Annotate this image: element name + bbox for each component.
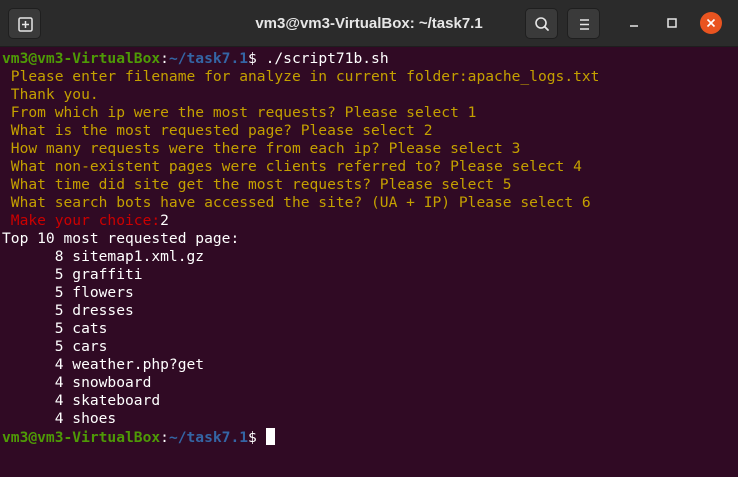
result-row: 5 cars <box>2 338 108 355</box>
title-bar: vm3@vm3-VirtualBox: ~/task7.1 <box>0 0 738 47</box>
prompt-path: ~/task7.1 <box>168 50 249 67</box>
prompt-user-host: vm3@vm3-VirtualBox <box>2 50 161 67</box>
choice-line: Make your choice:2 <box>0 212 738 230</box>
result-row: 4 weather.php?get <box>2 356 205 373</box>
terminal-window: vm3@vm3-VirtualBox: ~/task7.1 vm3@vm3-Vi… <box>0 0 738 477</box>
close-button[interactable] <box>699 11 723 35</box>
filename-line: Please enter filename for analyze in cur… <box>0 68 738 86</box>
menu-option-5: What time did site get the most requests… <box>2 176 512 193</box>
menu-option-6: What search bots have accessed the site?… <box>2 194 591 211</box>
maximize-button[interactable] <box>660 11 684 35</box>
search-icon <box>535 17 549 31</box>
terminal-output[interactable]: vm3@vm3-VirtualBox:~/task7.1$ ./script71… <box>0 47 738 477</box>
result-row: 4 shoes <box>2 410 117 427</box>
hamburger-menu-icon <box>580 19 589 30</box>
prompt-path: ~/task7.1 <box>168 429 249 446</box>
prompt-user-host: vm3@vm3-VirtualBox <box>2 429 161 446</box>
minimize-icon <box>630 25 638 27</box>
result-header: Top 10 most requested page: <box>2 230 240 247</box>
result-row: 4 skateboard <box>2 392 161 409</box>
thanks-line: Thank you. <box>2 86 99 103</box>
search-button[interactable] <box>525 8 558 39</box>
text-cursor[interactable] <box>265 428 275 445</box>
menu-button[interactable] <box>567 8 600 39</box>
result-row: 4 snowboard <box>2 374 152 391</box>
result-row: 5 cats <box>2 320 108 337</box>
menu-option-4: What non-existent pages were clients ref… <box>2 158 582 175</box>
choice-value: 2 <box>160 212 169 229</box>
final-prompt-line: vm3@vm3-VirtualBox:~/task7.1$ <box>0 428 738 446</box>
result-row: 5 dresses <box>2 302 134 319</box>
choice-prompt: Make your choice: <box>2 212 161 229</box>
maximize-icon <box>667 18 677 28</box>
minimize-button[interactable] <box>622 11 646 35</box>
command-line: vm3@vm3-VirtualBox:~/task7.1$ ./script71… <box>0 50 738 68</box>
menu-option-1: From which ip were the most requests? Pl… <box>2 104 477 121</box>
new-tab-icon <box>18 17 33 32</box>
menu-option-2: What is the most requested page? Please … <box>2 122 433 139</box>
command-text: ./script71b.sh <box>265 50 389 67</box>
new-tab-button[interactable] <box>8 8 41 39</box>
close-icon <box>700 12 722 34</box>
result-row: 8 sitemap1.xml.gz <box>2 248 205 265</box>
prompt-symbol: $ <box>248 429 266 446</box>
menu-option-3: How many requests were there from each i… <box>2 140 521 157</box>
result-row: 5 graffiti <box>2 266 143 283</box>
filename-prompt: Please enter filename for analyze in cur… <box>2 68 468 85</box>
prompt-separator: : <box>160 50 169 67</box>
prompt-separator: : <box>160 429 169 446</box>
filename-value: apache_logs.txt <box>467 68 600 85</box>
result-row: 5 flowers <box>2 284 134 301</box>
prompt-symbol: $ <box>248 50 266 67</box>
